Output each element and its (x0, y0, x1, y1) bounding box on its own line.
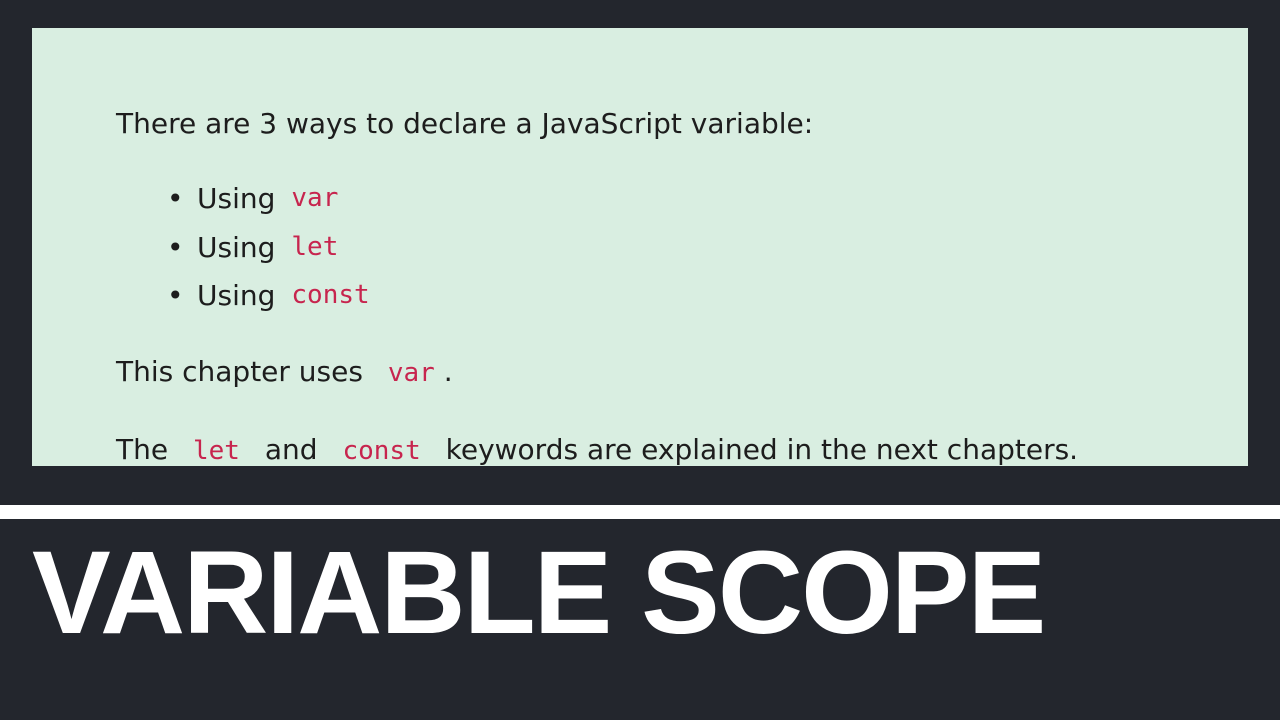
chapter-sentence-period: . (443, 355, 453, 388)
list-item-label: Using (197, 230, 276, 264)
bullet-icon: • (167, 279, 184, 312)
explanation-keyword-const: const (342, 436, 421, 466)
page-title: VARIABLE SCOPE (32, 527, 1046, 659)
keyword-const: const (291, 280, 370, 310)
keyword-var: var (291, 183, 339, 213)
chapter-sentence-before: This chapter uses (116, 355, 363, 388)
list-item-label: Using (197, 279, 276, 312)
bullet-icon: • (167, 230, 184, 264)
intro-text: There are 3 ways to declare a JavaScript… (116, 107, 814, 140)
chapter-sentence: This chapter uses var . (116, 355, 453, 388)
list-item: • Using let (167, 230, 370, 283)
white-divider (0, 505, 1280, 519)
declaration-methods-list: • Using var • Using let • Using const (167, 185, 370, 331)
explanation-middle: and (264, 433, 318, 466)
explanation-before: The (116, 433, 169, 466)
javascript-note-box: There are 3 ways to declare a JavaScript… (32, 28, 1248, 466)
keyword-let: let (291, 231, 339, 262)
chapter-keyword-var: var (387, 358, 435, 388)
explanation-keyword-let: let (192, 436, 240, 466)
bullet-icon: • (167, 182, 184, 215)
explanation-sentence: The let and const keywords are explained… (116, 433, 1079, 466)
list-item: • Using const (167, 282, 370, 331)
page-stage: There are 3 ways to declare a JavaScript… (0, 0, 1280, 720)
list-item: • Using var (167, 185, 370, 234)
list-item-label: Using (197, 182, 276, 215)
explanation-after: keywords are explained in the next chapt… (445, 433, 1079, 466)
